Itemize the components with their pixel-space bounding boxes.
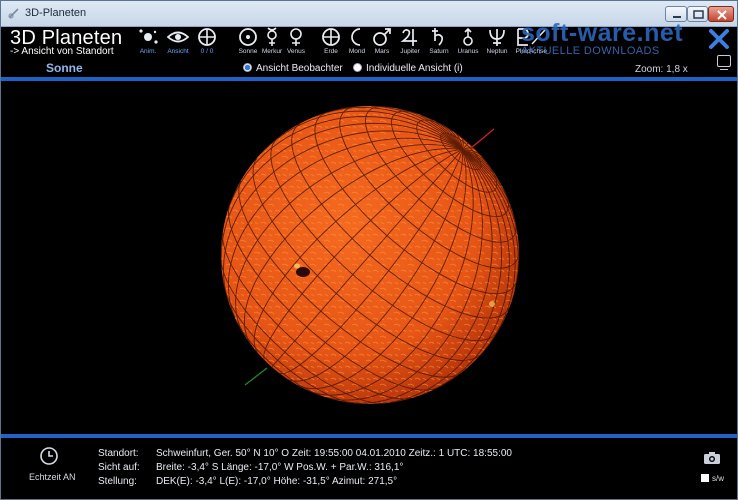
toolbar: 3D Planeten -> Ansicht von Standort Anim… [1, 19, 737, 77]
tool-mars[interactable]: Mars [367, 27, 397, 57]
radio-observer-label: Ansicht Beobachter [256, 63, 343, 74]
jupiter-symbol-icon [400, 29, 417, 46]
status-row-key: Sicht auf: [98, 462, 140, 473]
sun-render [221, 106, 519, 404]
app-icon [8, 8, 19, 19]
tool-reset-label: 0 / 0 [200, 48, 214, 55]
tool-venus[interactable]: Venus [281, 27, 311, 57]
fullscreen-icon[interactable] [717, 55, 731, 71]
top-divider [1, 77, 737, 81]
radio-observer-view[interactable]: Ansicht Beobachter [243, 63, 343, 75]
sunspot [489, 301, 495, 307]
tool-anim-label: Anim. [139, 48, 157, 55]
bw-checkbox-label: s/w [712, 474, 724, 483]
rotation-axis-north [470, 128, 495, 149]
radio-individual-dot [353, 63, 362, 72]
tool-uranus-label: Uranus [457, 48, 479, 55]
bw-checkbox[interactable]: s/w [701, 474, 724, 483]
rotation-axis-south [244, 367, 268, 386]
tool-mars-label: Mars [374, 48, 390, 55]
radio-observer-dot [243, 63, 252, 72]
mercury-symbol-icon [267, 27, 277, 46]
status-row-key: Stellung: [98, 476, 137, 487]
crosshair-icon [198, 28, 216, 46]
mars-symbol-icon [373, 28, 391, 46]
earth-symbol-icon [322, 28, 340, 46]
radio-individual-view[interactable]: Individuelle Ansicht (i) [353, 63, 463, 75]
status-row-value: Schweinfurt, Ger. 50° N 10° O Zeit: 19:5… [156, 448, 512, 459]
uranus-symbol-icon [463, 27, 473, 46]
camera-icon[interactable] [704, 452, 720, 464]
tool-saturn[interactable]: Saturn [424, 27, 454, 57]
saturn-symbol-icon [432, 28, 444, 46]
status-row-value: Breite: -3,4° S Länge: -17,0° W Pos.W. +… [156, 462, 404, 473]
zoom-readout: Zoom: 1,8 x [635, 64, 688, 75]
status-panel: Echtzeit AN Standort: Schweinfurt, Ger. … [1, 438, 737, 499]
sunspot [296, 267, 310, 277]
bw-checkbox-box [701, 474, 709, 482]
tool-jupiter-label: Jupiter [400, 48, 420, 55]
tool-venus-label: Venus [286, 48, 306, 55]
window-title: 3D-Planeten [25, 7, 87, 19]
tool-jupiter[interactable]: Jupiter [395, 27, 425, 57]
tool-uranus[interactable]: Uranus [453, 27, 483, 57]
tool-anim[interactable]: Anim. [133, 27, 163, 57]
sun-symbol-icon [239, 28, 257, 46]
app-window: 3D-Planeten 3D Planeten -> Ansicht von S… [0, 0, 738, 500]
radio-individual-label: Individuelle Ansicht (i) [366, 63, 463, 74]
neptune-symbol-icon [489, 29, 505, 46]
status-row-key: Standort: [98, 448, 139, 459]
tool-ansicht-label: Ansicht [167, 48, 189, 55]
clock-icon[interactable] [39, 446, 59, 466]
status-row-value: DEK(E): -3,4° L(E): -17,0° Höhe: -31,5° … [156, 476, 398, 487]
current-body-label: Sonne [46, 61, 83, 75]
moon-symbol-icon [351, 28, 361, 46]
watermark-main: soft-ware.net [521, 19, 684, 47]
watermark: soft-ware.net AKTUELLE DOWNLOADS [521, 19, 711, 63]
3d-viewport[interactable] [1, 82, 737, 434]
tool-saturn-label: Saturn [429, 48, 449, 55]
animation-icon [139, 29, 158, 44]
venus-symbol-icon [290, 28, 302, 46]
close-app-icon[interactable] [707, 27, 731, 51]
app-brand-subtitle: -> Ansicht von Standort [10, 46, 114, 57]
tool-ansicht[interactable]: Ansicht [163, 27, 193, 57]
realtime-label: Echtzeit AN [29, 472, 76, 482]
watermark-sub: AKTUELLE DOWNLOADS [521, 45, 660, 57]
eye-icon [166, 31, 190, 43]
tool-reset[interactable]: 0 / 0 [192, 27, 222, 57]
close-button[interactable] [708, 6, 734, 22]
